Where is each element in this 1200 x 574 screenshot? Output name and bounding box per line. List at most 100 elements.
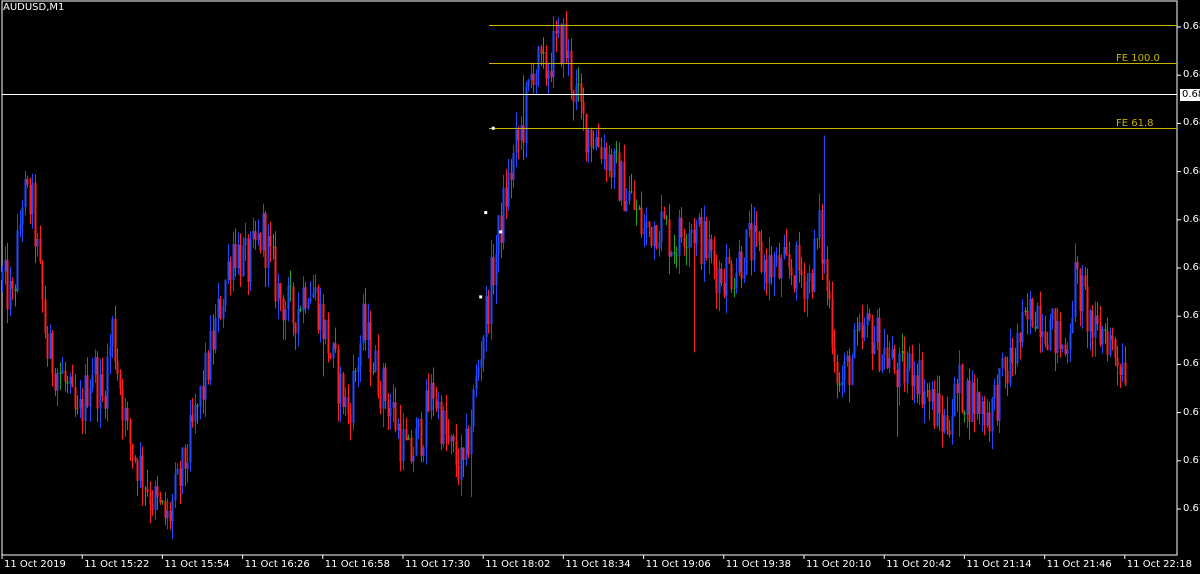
- candle-body: [417, 418, 420, 428]
- chart-window[interactable]: AUDUSD,M1 0.68100 0.68080 0.68060 0.68040 0.…: [0, 0, 1200, 574]
- candle-body: [329, 354, 332, 359]
- candle-body: [397, 423, 400, 431]
- candle-body: [943, 415, 946, 432]
- candle-body: [96, 357, 99, 409]
- candle-body: [630, 191, 633, 193]
- candle-body: [134, 456, 137, 461]
- candle-body: [978, 392, 981, 414]
- candle-body: [745, 229, 748, 275]
- candle-body: [111, 318, 114, 347]
- candle-body: [823, 258, 826, 264]
- candle-body: [893, 349, 896, 370]
- candle-body: [1059, 320, 1062, 349]
- candle-body: [402, 428, 405, 462]
- candle-body: [725, 256, 728, 296]
- price-tick-label: 0.68080: [1183, 69, 1200, 81]
- candle-body: [470, 426, 473, 455]
- candle-body: [347, 396, 350, 415]
- candle-body: [673, 251, 676, 255]
- candle-body: [633, 191, 636, 210]
- candle-body: [257, 233, 260, 241]
- candle-body: [941, 413, 944, 432]
- candle-body: [898, 353, 901, 388]
- candle-body: [685, 246, 688, 248]
- candle-body: [735, 272, 738, 289]
- candle-body: [585, 113, 588, 153]
- candle-body: [613, 151, 616, 178]
- candle-body: [738, 251, 741, 273]
- candle-body: [189, 415, 192, 463]
- time-tick-label: 11 Oct 15:54: [164, 559, 230, 570]
- current-price-tag: 0.68072: [1180, 88, 1200, 101]
- candle-body: [249, 239, 252, 283]
- time-tick-label: 11 Oct 21:46: [1046, 559, 1112, 570]
- candle-body: [61, 370, 64, 374]
- chart-plot-area[interactable]: [0, 0, 1200, 574]
- candle-body: [59, 372, 62, 374]
- candle-body: [753, 225, 756, 261]
- candle-body: [389, 407, 392, 417]
- candle-body: [743, 274, 746, 279]
- candle-body: [908, 353, 911, 369]
- candle-body: [369, 322, 372, 373]
- candle-body: [277, 283, 280, 302]
- candle-body: [695, 223, 698, 244]
- candle-body: [515, 129, 518, 153]
- candle-body: [126, 407, 129, 421]
- candle-body: [379, 395, 382, 409]
- candle-body: [109, 346, 112, 357]
- candle-body: [29, 184, 32, 215]
- candle-body: [447, 435, 450, 442]
- candle-body: [104, 395, 107, 409]
- candle-body: [186, 462, 189, 469]
- candle-body: [49, 332, 52, 359]
- candle-body: [1044, 331, 1047, 345]
- price-tick-label: 0.68000: [1183, 262, 1200, 273]
- candle-body: [202, 386, 205, 400]
- candle-body: [374, 350, 377, 372]
- candle-body: [56, 372, 59, 391]
- time-tick-label: 11 Oct 16:58: [324, 559, 390, 570]
- time-tick-label: 11 Oct 16:26: [244, 559, 310, 570]
- time-tick-label: 11 Oct 21:14: [966, 559, 1032, 570]
- candle-body: [1096, 315, 1099, 325]
- time-tick-label: 11 Oct 22:18: [1126, 559, 1192, 570]
- candle-body: [856, 329, 859, 331]
- candle-body: [19, 224, 22, 231]
- candle-body: [803, 275, 806, 300]
- candle-body: [916, 375, 919, 395]
- candle-body: [748, 223, 751, 230]
- candle-body: [658, 241, 661, 249]
- candle-body: [610, 154, 613, 178]
- candle-body: [1071, 317, 1074, 333]
- price-tick-label: 0.67960: [1183, 358, 1200, 370]
- candle-body: [580, 83, 583, 103]
- candle-body: [207, 352, 210, 381]
- candle-body: [1066, 349, 1069, 355]
- candle-body: [903, 350, 906, 384]
- candle-body: [239, 244, 242, 277]
- candle-body: [713, 250, 716, 266]
- candle-body: [267, 235, 270, 269]
- candle-body: [795, 244, 798, 289]
- price-tick-label: 0.67940: [1183, 406, 1200, 418]
- candle-body: [510, 172, 513, 180]
- candle-body: [562, 23, 565, 65]
- candle-body: [961, 364, 964, 413]
- candle-body: [314, 287, 317, 293]
- candle-body: [99, 374, 102, 409]
- candle-body: [520, 125, 523, 141]
- candle-body: [324, 319, 327, 340]
- candle-body: [204, 352, 207, 400]
- candle-body: [367, 322, 370, 340]
- candle-body: [618, 152, 621, 201]
- candle-body: [1061, 344, 1064, 349]
- candle-body: [14, 288, 17, 292]
- candle-body: [442, 410, 445, 444]
- candle-body: [34, 182, 37, 247]
- candle-body: [244, 237, 247, 246]
- candle-body: [334, 343, 337, 350]
- candle-body: [728, 256, 731, 264]
- candle-body: [357, 366, 360, 372]
- candle-body: [1106, 330, 1109, 356]
